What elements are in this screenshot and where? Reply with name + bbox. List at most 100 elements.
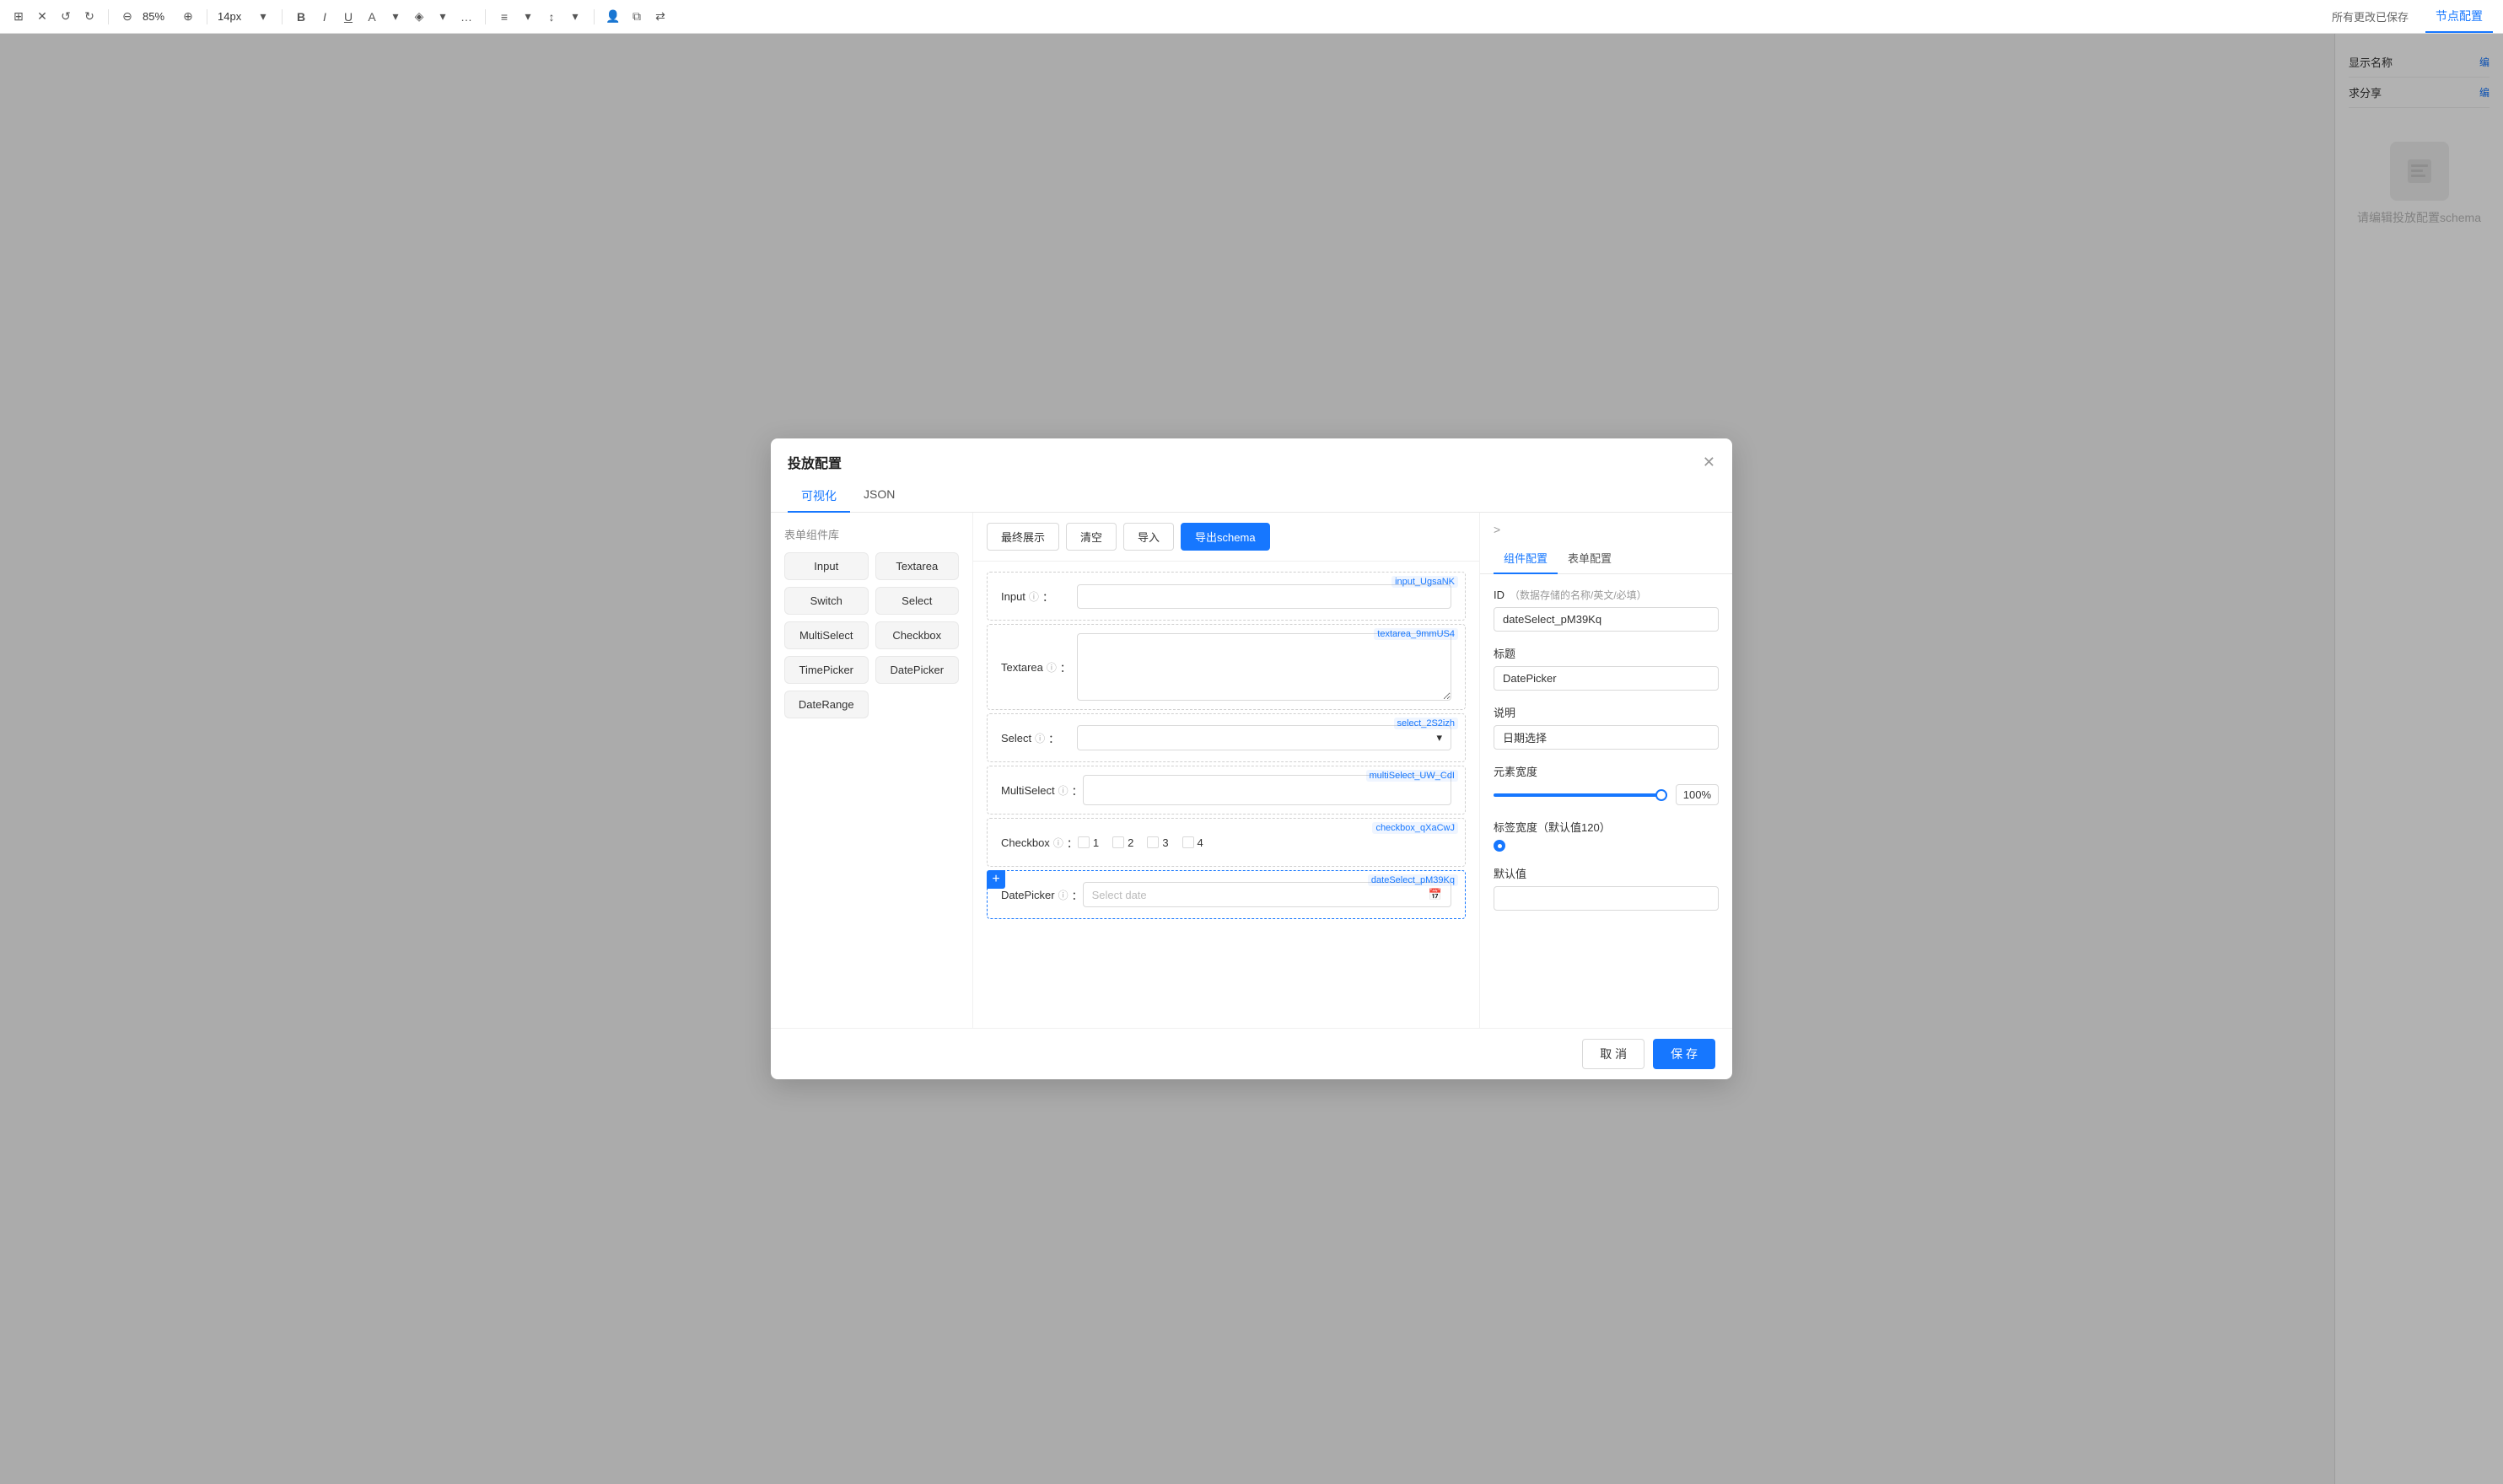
right-tab-label[interactable]: 节点配置 <box>2425 0 2493 33</box>
zoom-out-icon[interactable]: ⊖ <box>119 8 136 25</box>
field-wrapper-multiselect: multiSelect_UW_CdI MultiSelect ⓘ： <box>987 766 1466 815</box>
checkbox-box-1 <box>1078 836 1090 848</box>
component-datepicker[interactable]: DatePicker <box>875 656 960 684</box>
datepicker-placeholder: Select date <box>1092 889 1147 901</box>
chevron4-icon[interactable]: ▾ <box>519 8 536 25</box>
close-button[interactable]: ✕ <box>1703 454 1715 470</box>
component-select[interactable]: Select <box>875 587 960 615</box>
config-title-input[interactable] <box>1494 666 1719 691</box>
component-checkbox[interactable]: Checkbox <box>875 621 960 649</box>
field-tag-datepicker: dateSelect_pM39Kq <box>1368 874 1458 886</box>
field-tag-multiselect: multiSelect_UW_CdI <box>1366 770 1458 782</box>
right-tab-component[interactable]: 组件配置 <box>1494 543 1558 574</box>
dialog-body: 表单组件库 Input Textarea Switch Select <box>771 513 1732 1028</box>
save-button[interactable]: 保 存 <box>1653 1039 1715 1069</box>
spacing-icon[interactable]: ↕ <box>543 8 560 25</box>
config-row-desc: 说明 <box>1494 704 1719 750</box>
underline-icon[interactable]: U <box>340 8 357 25</box>
field-label-checkbox: Checkbox ⓘ： <box>1001 835 1078 851</box>
component-daterange[interactable]: DateRange <box>784 691 869 718</box>
clear-button[interactable]: 清空 <box>1066 523 1117 551</box>
copy-icon[interactable]: ⧉ <box>628 8 645 25</box>
field-label-textarea: Textarea ⓘ： <box>1001 659 1077 675</box>
divider-1 <box>108 9 109 24</box>
font-color-icon[interactable]: A <box>363 8 380 25</box>
config-row-default: 默认值 <box>1494 865 1719 911</box>
checkbox-item-4[interactable]: 4 <box>1182 836 1203 849</box>
cross-icon[interactable]: ✕ <box>34 8 51 25</box>
preview-button[interactable]: 最终展示 <box>987 523 1059 551</box>
checkbox-item-1[interactable]: 1 <box>1078 836 1099 849</box>
component-textarea[interactable]: Textarea <box>875 552 960 580</box>
component-library-title: 表单组件库 <box>784 526 959 542</box>
bold-icon[interactable]: B <box>293 8 310 25</box>
config-row-width: 元素宽度 100% <box>1494 763 1719 805</box>
main-toolbar: ⊞ ✕ ↺ ↻ ⊖ 85% ⊕ 14px ▾ B I U A ▾ ◈ ▾ … ≡… <box>0 0 2503 34</box>
chevron-down-icon[interactable]: ▾ <box>255 8 272 25</box>
field-info-icon-multiselect: ⓘ <box>1058 783 1068 798</box>
config-id-input[interactable] <box>1494 607 1719 632</box>
user-icon[interactable]: 👤 <box>605 8 622 25</box>
left-panel: 表单组件库 Input Textarea Switch Select <box>771 513 973 1028</box>
config-label-label-width: 标签宽度（默认值120） <box>1494 819 1719 835</box>
component-multiselect[interactable]: MultiSelect <box>784 621 869 649</box>
checkbox-item-2[interactable]: 2 <box>1112 836 1133 849</box>
config-row-label-width: 标签宽度（默认值120） <box>1494 819 1719 852</box>
divider-3 <box>282 9 283 24</box>
config-label-title: 标题 <box>1494 645 1719 661</box>
zoom-in-icon[interactable]: ⊕ <box>180 8 196 25</box>
right-panel-tabs: 组件配置 表单配置 <box>1480 543 1732 574</box>
field-info-icon-datepicker: ⓘ <box>1058 888 1068 902</box>
field-info-icon-select: ⓘ <box>1035 731 1045 745</box>
dialog: 投放配置 ✕ 可视化 JSON 表单组件库 Input T <box>771 438 1732 1079</box>
saved-status: 所有更改已保存 <box>2332 8 2409 24</box>
cancel-button[interactable]: 取 消 <box>1582 1039 1644 1069</box>
chevron2-icon[interactable]: ▾ <box>387 8 404 25</box>
dialog-footer: 取 消 保 存 <box>771 1028 1732 1079</box>
label-width-radio[interactable] <box>1494 840 1505 852</box>
checkbox-item-3[interactable]: 3 <box>1147 836 1168 849</box>
chevron5-icon[interactable]: ▾ <box>567 8 584 25</box>
tab-json[interactable]: JSON <box>850 481 908 513</box>
add-field-button[interactable]: + <box>987 870 1005 889</box>
config-desc-input[interactable] <box>1494 725 1719 750</box>
right-tab-form[interactable]: 表单配置 <box>1558 543 1622 574</box>
redo-icon[interactable]: ↻ <box>81 8 98 25</box>
modal-overlay: 投放配置 ✕ 可视化 JSON 表单组件库 Input T <box>0 34 2503 1484</box>
italic-icon[interactable]: I <box>316 8 333 25</box>
config-default-input[interactable] <box>1494 886 1719 911</box>
import-button[interactable]: 导入 <box>1123 523 1174 551</box>
divider-5 <box>594 9 595 24</box>
center-toolbar: 最终展示 清空 导入 导出schema <box>973 513 1479 562</box>
more-icon[interactable]: … <box>458 8 475 25</box>
field-wrapper-select: select_2S2izh Select ⓘ： ▾ <box>987 713 1466 762</box>
align-icon[interactable]: ≡ <box>496 8 513 25</box>
right-chevron-icon[interactable]: > <box>1494 523 1500 536</box>
slider-row-width: 100% <box>1494 784 1719 805</box>
grid-icon[interactable]: ⊞ <box>10 8 27 25</box>
field-tag-select: select_2S2izh <box>1394 718 1459 729</box>
radio-inner <box>1498 844 1502 848</box>
width-slider-value[interactable]: 100% <box>1676 784 1719 805</box>
share-icon[interactable]: ⇄ <box>652 8 669 25</box>
export-button[interactable]: 导出schema <box>1181 523 1270 551</box>
width-slider-track[interactable] <box>1494 793 1667 797</box>
form-canvas: input_UgsaNK Input ⓘ： textarea_9mmUS4 <box>973 562 1479 1028</box>
config-row-title: 标题 <box>1494 645 1719 691</box>
field-info-icon-checkbox: ⓘ <box>1053 836 1063 850</box>
undo-icon[interactable]: ↺ <box>57 8 74 25</box>
component-input[interactable]: Input <box>784 552 869 580</box>
width-slider-thumb[interactable] <box>1655 789 1667 801</box>
component-timepicker[interactable]: TimePicker <box>784 656 869 684</box>
chevron3-icon[interactable]: ▾ <box>434 8 451 25</box>
highlight-icon[interactable]: ◈ <box>411 8 428 25</box>
component-switch[interactable]: Switch <box>784 587 869 615</box>
tab-visual[interactable]: 可视化 <box>788 481 850 513</box>
center-panel: 最终展示 清空 导入 导出schema input_UgsaNK Input ⓘ… <box>973 513 1479 1028</box>
field-label-input: Input ⓘ： <box>1001 589 1077 605</box>
field-info-icon-textarea: ⓘ <box>1047 660 1057 675</box>
field-tag-textarea: textarea_9mmUS4 <box>1374 628 1458 640</box>
component-grid: Input Textarea Switch Select MultiSelect <box>784 552 959 718</box>
checkbox-box-3 <box>1147 836 1159 848</box>
textarea-field[interactable] <box>1077 633 1451 701</box>
